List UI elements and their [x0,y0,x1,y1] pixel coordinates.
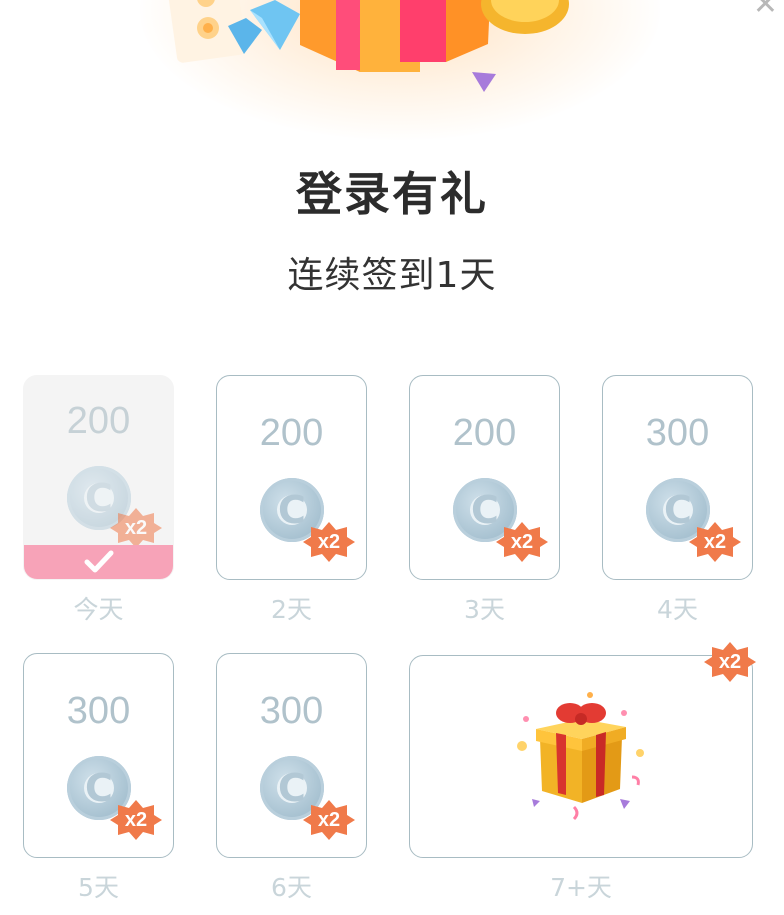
coin-icon: C [260,756,324,820]
day-label: 今天 [73,595,124,624]
reward-amount: 200 [452,412,517,454]
double-badge-icon: x2 [110,508,162,548]
streak-subtitle: 连续签到1天 [287,255,497,296]
day-label: 2天 [271,595,312,624]
gift-box-icon [517,692,644,821]
day-card-5[interactable]: 300 C x2 [23,653,174,858]
close-icon[interactable]: ✕ [753,0,778,20]
reward-amount: 200 [259,412,324,454]
day-card-1[interactable]: 200 C x2 [23,375,174,580]
double-badge-label: x2 [718,651,742,673]
day-label: 7+天 [550,873,612,902]
claimed-bar [24,545,173,579]
coin-icon: C [453,478,517,542]
reward-amount: 300 [66,690,131,732]
day-card-7-plus[interactable]: x2 [409,642,756,858]
day-card-2[interactable]: 200 C x2 [216,375,367,580]
coin-icon: C [67,756,131,820]
coin-icon: C [646,478,710,542]
double-badge-label: x2 [124,517,148,539]
day-label: 3天 [464,595,505,624]
day-label: 4天 [657,595,698,624]
day-card-4[interactable]: 300 C x2 [602,375,753,580]
reward-amount: 300 [645,412,710,454]
reward-amount: 300 [259,690,324,732]
day-label: 6天 [271,873,312,902]
gift-hero-icon [167,0,569,92]
day-card-3[interactable]: 200 C x2 [409,375,560,580]
day-label: 5天 [78,873,119,902]
hero-illustration: ✕ [0,0,784,140]
check-icon [84,550,114,573]
day-card-6[interactable]: 300 C x2 [216,653,367,858]
dialog-title: 登录有礼 [296,167,488,221]
coin-icon: C [260,478,324,542]
double-badge-icon: x2 [704,642,756,682]
reward-amount: 200 [66,400,131,442]
